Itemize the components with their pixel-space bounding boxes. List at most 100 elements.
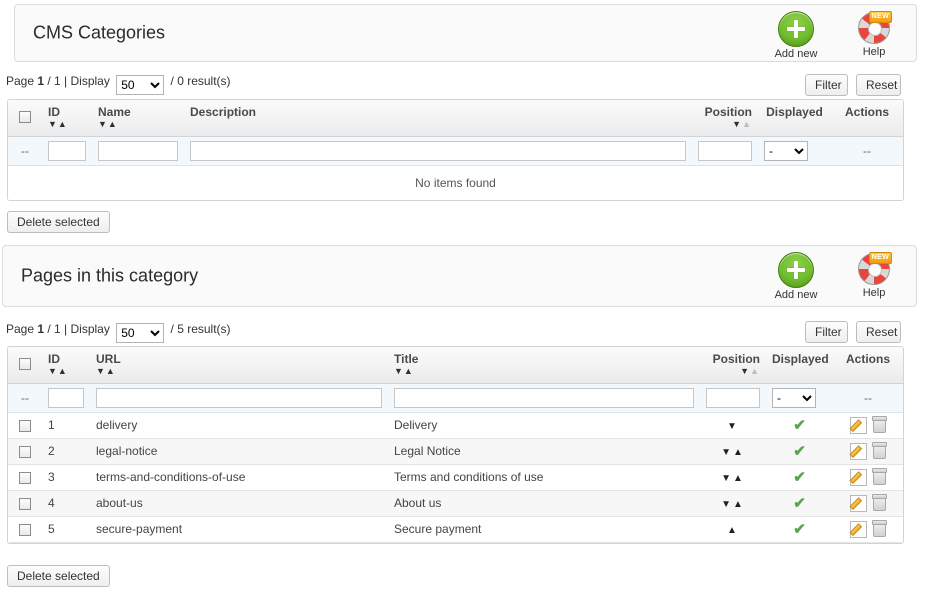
row-checkbox[interactable] — [19, 420, 31, 432]
add-new-button[interactable]: Add new — [768, 11, 824, 60]
sort-desc-icon[interactable]: ▼ — [98, 119, 108, 129]
help-button[interactable]: NEW Help — [846, 11, 902, 58]
sort-asc-icon[interactable]: ▲ — [106, 366, 116, 376]
row-checkbox[interactable] — [19, 446, 31, 458]
lifebuoy-icon: NEW — [857, 252, 891, 286]
move-up-icon[interactable]: ▲ — [727, 525, 739, 536]
display-count-select[interactable]: 50 — [116, 323, 164, 343]
results-count: / 0 result(s) — [167, 74, 230, 88]
cell-position: ▼ — [700, 412, 766, 438]
reset-button[interactable]: Reset — [856, 321, 901, 343]
categories-table-wrapper: ID ▼▲ Name ▼▲ Description Position ▼▲ — [7, 99, 904, 201]
sort-desc-icon[interactable]: ▼ — [394, 366, 404, 376]
sort-desc-icon[interactable]: ▼ — [48, 119, 58, 129]
page-separator: / 1 | Display — [44, 322, 113, 336]
filter-input-url[interactable] — [96, 388, 382, 408]
help-button[interactable]: NEW Help — [846, 252, 902, 299]
sort-asc-icon[interactable]: ▲ — [742, 119, 752, 129]
filter-input-id[interactable] — [48, 141, 86, 161]
edit-button[interactable] — [850, 469, 867, 486]
delete-button[interactable] — [867, 521, 886, 536]
filter-input-id[interactable] — [48, 388, 84, 408]
filter-input-description[interactable] — [190, 141, 686, 161]
sort-desc-icon[interactable]: ▼ — [740, 366, 750, 376]
sort-desc-icon[interactable]: ▼ — [732, 119, 742, 129]
cell-actions — [833, 464, 903, 490]
row-checkbox[interactable] — [19, 524, 31, 536]
cell-title: Secure payment — [388, 516, 700, 542]
table-row[interactable]: 3terms-and-conditions-of-useTerms and co… — [8, 464, 903, 490]
sort-desc-icon[interactable]: ▼ — [96, 366, 106, 376]
delete-button[interactable] — [867, 417, 886, 432]
page-prefix: Page — [6, 74, 37, 88]
delete-button[interactable] — [867, 469, 886, 484]
sort-asc-icon[interactable]: ▲ — [58, 366, 68, 376]
move-up-icon[interactable]: ▲ — [733, 473, 745, 484]
pages-panel: Pages in this category Add new NEW Help — [2, 245, 917, 307]
sort-asc-icon[interactable]: ▲ — [404, 366, 414, 376]
column-label-displayed: Displayed — [766, 105, 823, 119]
select-all-checkbox[interactable] — [19, 358, 31, 370]
row-select-cell — [8, 464, 42, 490]
cell-id: 2 — [42, 438, 90, 464]
delete-button[interactable] — [867, 495, 886, 510]
sort-controls-id: ▼▲ — [48, 367, 84, 376]
display-count-select[interactable]: 50 — [116, 75, 164, 95]
reset-button[interactable]: Reset — [856, 74, 901, 96]
row-checkbox[interactable] — [19, 498, 31, 510]
table-row[interactable]: 2legal-noticeLegal Notice▼▲✔ — [8, 438, 903, 464]
filter-input-position[interactable] — [698, 141, 752, 161]
move-up-icon[interactable]: ▲ — [733, 447, 745, 458]
column-label-position: Position — [705, 105, 752, 119]
sort-asc-icon[interactable]: ▲ — [108, 119, 118, 129]
delete-button[interactable] — [867, 443, 886, 458]
displayed-check-icon[interactable]: ✔ — [793, 521, 806, 538]
cell-displayed: ✔ — [766, 516, 833, 542]
delete-selected-button-categories[interactable]: Delete selected — [7, 211, 110, 233]
row-checkbox[interactable] — [19, 472, 31, 484]
sort-asc-icon[interactable]: ▲ — [750, 366, 760, 376]
filter-input-title[interactable] — [394, 388, 694, 408]
edit-button[interactable] — [850, 521, 867, 538]
edit-button[interactable] — [850, 417, 867, 434]
column-header-title: Title ▼▲ — [388, 347, 700, 383]
cell-id: 4 — [42, 490, 90, 516]
sort-controls-url: ▼▲ — [96, 367, 382, 376]
move-up-icon[interactable]: ▲ — [733, 499, 745, 510]
select-all-checkbox[interactable] — [19, 111, 31, 123]
displayed-check-icon[interactable]: ✔ — [793, 443, 806, 460]
sort-desc-icon[interactable]: ▼ — [48, 366, 58, 376]
filter-button[interactable]: Filter — [805, 321, 848, 343]
displayed-check-icon[interactable]: ✔ — [793, 495, 806, 512]
filter-button[interactable]: Filter — [805, 74, 848, 96]
filter-select-displayed[interactable]: - — [772, 388, 816, 408]
categories-pagination: Page 1 / 1 | Display 50 / 0 result(s) — [6, 74, 231, 95]
edit-button[interactable] — [850, 495, 867, 512]
column-label-position: Position — [713, 352, 760, 366]
add-new-button[interactable]: Add new — [768, 252, 824, 301]
column-header-id: ID ▼▲ — [42, 100, 92, 136]
move-down-icon[interactable]: ▼ — [727, 421, 739, 432]
displayed-check-icon[interactable]: ✔ — [793, 417, 806, 434]
move-down-icon[interactable]: ▼ — [721, 499, 733, 510]
filter-row: -- - -- — [8, 136, 903, 165]
filter-select-displayed[interactable]: - — [764, 141, 808, 161]
filter-cell-url — [90, 383, 388, 412]
filter-input-position[interactable] — [706, 388, 760, 408]
pencil-icon — [850, 521, 867, 538]
cell-url: secure-payment — [90, 516, 388, 542]
edit-button[interactable] — [850, 443, 867, 460]
filter-cell-id — [42, 136, 92, 165]
delete-selected-button-pages[interactable]: Delete selected — [7, 565, 110, 587]
sort-asc-icon[interactable]: ▲ — [58, 119, 68, 129]
displayed-check-icon[interactable]: ✔ — [793, 469, 806, 486]
table-row[interactable]: 5secure-paymentSecure payment▲✔ — [8, 516, 903, 542]
move-down-icon[interactable]: ▼ — [721, 447, 733, 458]
filter-input-name[interactable] — [98, 141, 178, 161]
plus-circle-icon — [778, 252, 814, 288]
table-row[interactable]: 1deliveryDelivery▼✔ — [8, 412, 903, 438]
cell-displayed: ✔ — [766, 464, 833, 490]
cell-url: delivery — [90, 412, 388, 438]
table-row[interactable]: 4about-usAbout us▼▲✔ — [8, 490, 903, 516]
move-down-icon[interactable]: ▼ — [721, 473, 733, 484]
